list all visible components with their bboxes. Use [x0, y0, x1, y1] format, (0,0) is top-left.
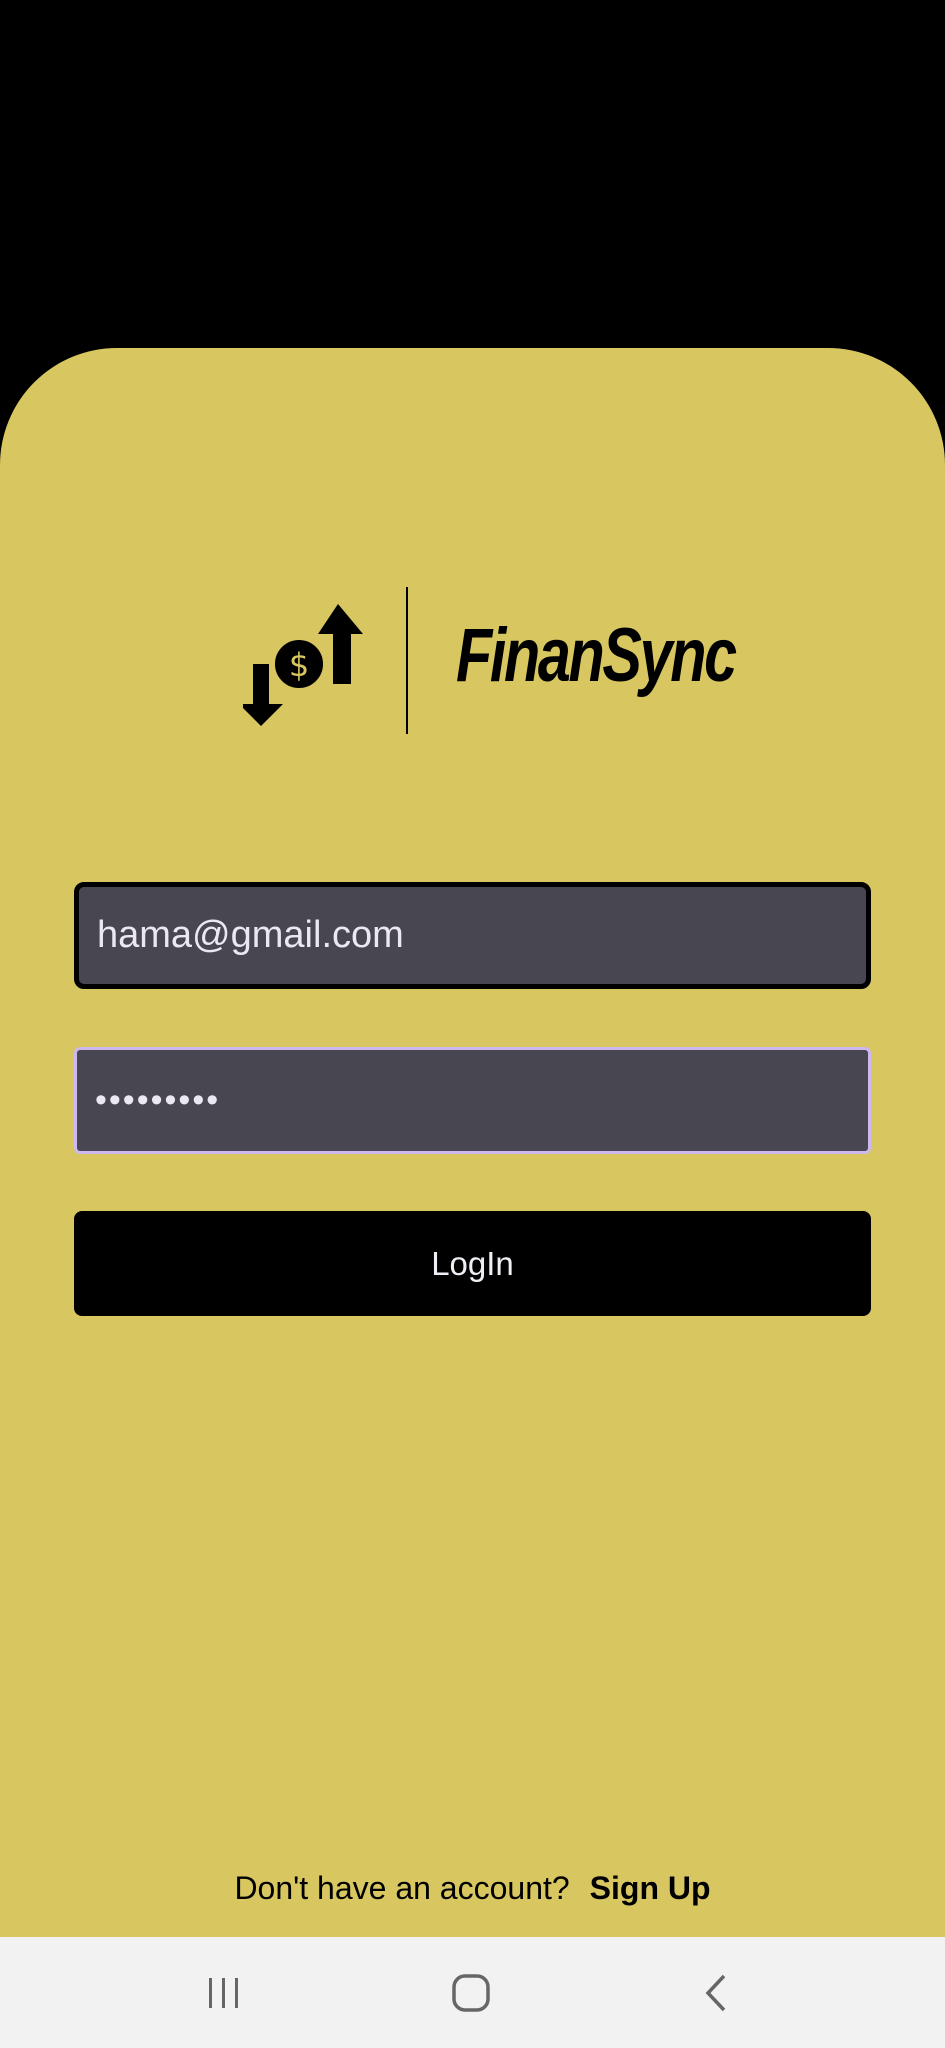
signup-row: Don't have an account? Sign Up	[0, 1870, 945, 1907]
logo-divider	[406, 587, 408, 734]
password-input[interactable]: •••••••••	[74, 1047, 871, 1154]
home-icon[interactable]	[441, 1970, 501, 2016]
email-input[interactable]: hama@gmail.com	[74, 882, 871, 989]
signup-prompt: Don't have an account?	[234, 1870, 570, 1906]
login-button[interactable]: LogIn	[74, 1211, 871, 1316]
back-icon[interactable]	[687, 1970, 747, 2016]
recent-apps-icon[interactable]	[194, 1970, 254, 2016]
svg-text:$: $	[289, 646, 309, 684]
brand-name: FinanSync	[456, 613, 737, 698]
money-transfer-logo-icon: $	[243, 604, 363, 726]
signup-link[interactable]: Sign Up	[590, 1870, 711, 1907]
